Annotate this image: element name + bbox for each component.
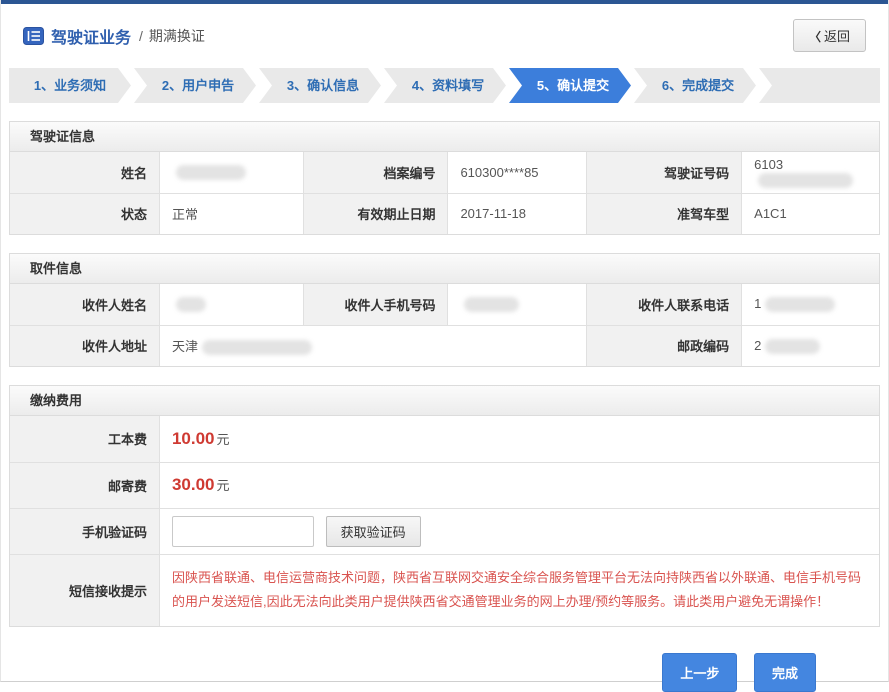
redacted-recipient-name [176,297,206,312]
license-section-title: 驾驶证信息 [10,122,879,152]
sms-notice-text: 因陕西省联通、电信运营商技术问题，陕西省互联网交通安全综合服务管理平台无法向持陕… [172,566,865,614]
recipient-address-label: 收件人地址 [10,325,159,366]
archive-no-label: 档案编号 [304,152,448,193]
work-fee-label: 工本费 [10,416,159,462]
step-5-confirm-submit[interactable]: 5、确认提交 [509,68,631,103]
step-4-fill-data[interactable]: 4、资料填写 [384,68,506,103]
recipient-name-value [159,284,303,325]
work-fee-value: 10.00元 [159,416,879,462]
footer-actions: 上一步 完成 [9,645,880,692]
post-fee-unit: 元 [217,478,230,493]
recipient-mobile-value [448,284,587,325]
sms-notice-cell: 因陕西省联通、电信运营商技术问题，陕西省互联网交通安全综合服务管理平台无法向持陕… [159,554,879,626]
step-bar-filler [759,68,880,103]
redacted-name [176,165,246,180]
postcode-label: 邮政编码 [587,325,742,366]
sms-code-input[interactable] [172,516,314,547]
license-info-table: 姓名 档案编号 610300****85 驾驶证号码 6103 状态 正常 有效… [10,152,879,234]
work-fee-unit: 元 [217,432,230,447]
name-label: 姓名 [10,152,159,193]
page-header: 驾驶证业务 / 期满换证 〈返回 [9,4,880,66]
fees-section-title: 缴纳费用 [10,386,879,416]
license-no-value: 6103 [742,152,879,193]
table-row: 工本费 10.00元 [10,416,879,462]
previous-step-button[interactable]: 上一步 [662,653,737,692]
table-row: 短信接收提示 因陕西省联通、电信运营商技术问题，陕西省互联网交通安全综合服务管理… [10,554,879,626]
breadcrumb-separator: / [139,28,143,44]
license-info-section: 驾驶证信息 姓名 档案编号 610300****85 驾驶证号码 6103 状态… [9,121,880,235]
sms-notice-label: 短信接收提示 [10,554,159,626]
recipient-address-value: 天津 [159,325,587,366]
status-label: 状态 [10,193,159,234]
redacted-recipient-mobile [464,297,519,312]
step-1-notice[interactable]: 1、业务须知 [9,68,131,103]
table-row: 收件人姓名 收件人手机号码 收件人联系电话 1 [10,284,879,325]
table-row: 邮寄费 30.00元 [10,462,879,508]
pickup-info-table: 收件人姓名 收件人手机号码 收件人联系电话 1 收件人地址 天津 邮政编码 2 [10,284,879,366]
pickup-info-section: 取件信息 收件人姓名 收件人手机号码 收件人联系电话 1 收件人地址 天津 邮政… [9,253,880,367]
post-fee-amount: 30.00 [172,475,215,494]
redacted-recipient-address [202,340,312,355]
sms-code-cell: 获取验证码 [159,508,879,554]
status-value: 正常 [159,193,303,234]
table-row: 收件人地址 天津 邮政编码 2 [10,325,879,366]
recipient-contact-value: 1 [742,284,879,325]
recipient-contact-label: 收件人联系电话 [587,284,742,325]
step-wizard: 1、业务须知 2、用户申告 3、确认信息 4、资料填写 5、确认提交 6、完成提… [9,68,880,103]
archive-no-value: 610300****85 [448,152,587,193]
finish-button[interactable]: 完成 [754,653,816,692]
pickup-section-title: 取件信息 [10,254,879,284]
table-row: 手机验证码 获取验证码 [10,508,879,554]
sms-code-label: 手机验证码 [10,508,159,554]
expiry-label: 有效期止日期 [304,193,448,234]
fees-section: 缴纳费用 工本费 10.00元 邮寄费 30.00元 手机验证码 获取验证码 短… [9,385,880,627]
table-row: 姓名 档案编号 610300****85 驾驶证号码 6103 [10,152,879,193]
postcode-value: 2 [742,325,879,366]
table-row: 状态 正常 有效期止日期 2017-11-18 准驾车型 A1C1 [10,193,879,234]
name-value [159,152,303,193]
back-chevron-icon: 〈 [809,30,821,44]
get-sms-code-button[interactable]: 获取验证码 [326,516,421,547]
page-title: 驾驶证业务 [51,24,131,48]
redacted-license-no [758,173,853,188]
back-button[interactable]: 〈返回 [793,19,866,52]
license-business-icon [23,27,44,45]
post-fee-label: 邮寄费 [10,462,159,508]
step-3-confirm-info[interactable]: 3、确认信息 [259,68,381,103]
vehicle-class-value: A1C1 [742,193,879,234]
post-fee-value: 30.00元 [159,462,879,508]
work-fee-amount: 10.00 [172,429,215,448]
back-button-label: 返回 [824,29,850,44]
breadcrumb-current: 期满换证 [149,26,205,46]
recipient-name-label: 收件人姓名 [10,284,159,325]
recipient-mobile-label: 收件人手机号码 [304,284,448,325]
vehicle-class-label: 准驾车型 [587,193,742,234]
redacted-recipient-contact [765,297,835,312]
expiry-value: 2017-11-18 [448,193,587,234]
fees-table: 工本费 10.00元 邮寄费 30.00元 手机验证码 获取验证码 短信接收提示… [10,416,879,626]
redacted-postcode [765,339,820,354]
step-2-declaration[interactable]: 2、用户申告 [134,68,256,103]
step-6-complete[interactable]: 6、完成提交 [634,68,756,103]
license-no-label: 驾驶证号码 [587,152,742,193]
